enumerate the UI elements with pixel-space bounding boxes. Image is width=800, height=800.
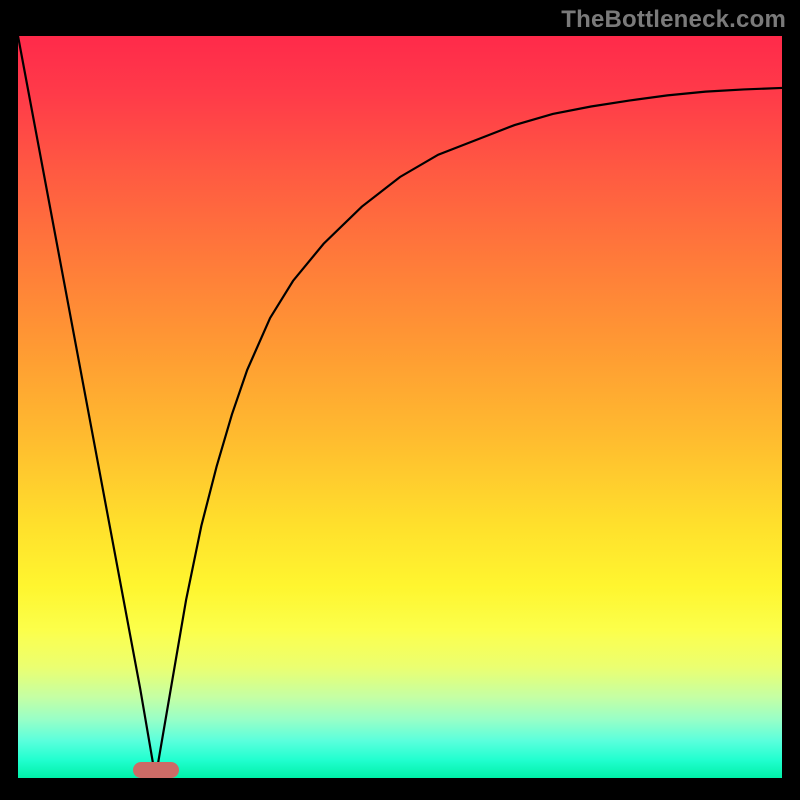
frame-border-right <box>782 0 800 800</box>
chart-curve <box>18 36 782 778</box>
frame-border-left <box>0 0 18 800</box>
chart-minimum-marker <box>133 762 179 778</box>
chart-line-path <box>18 36 782 778</box>
chart-frame <box>18 36 782 778</box>
watermark-text: TheBottleneck.com <box>561 6 786 34</box>
frame-border-bottom <box>0 778 800 800</box>
